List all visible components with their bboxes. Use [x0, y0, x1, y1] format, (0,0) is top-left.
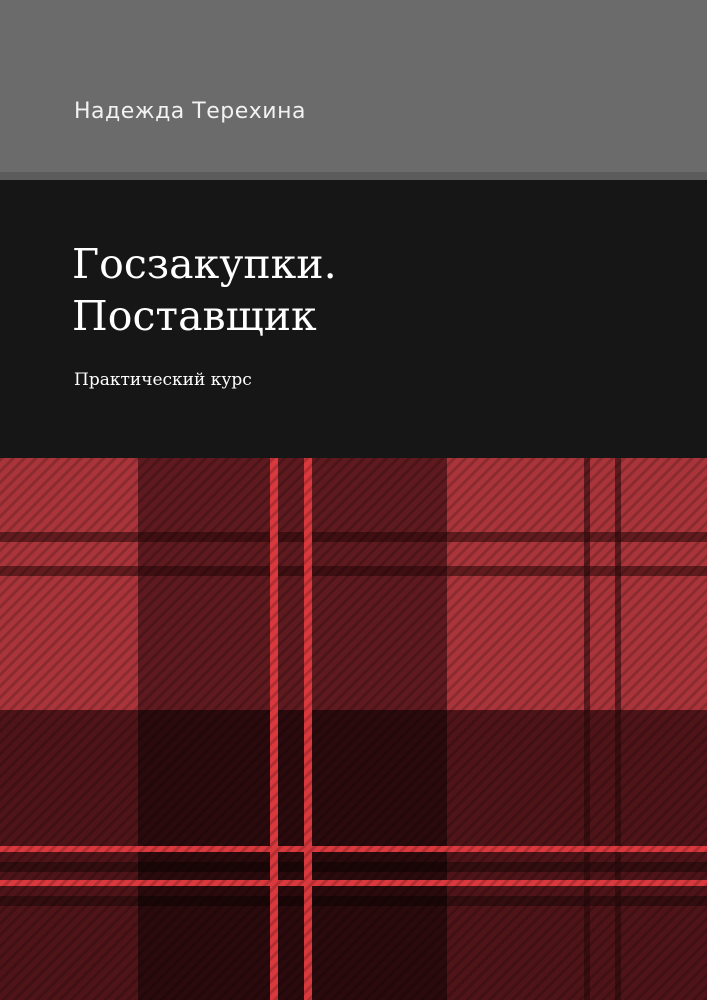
tartan-pattern — [0, 458, 707, 1000]
author-band — [0, 0, 707, 180]
author-band-shadow — [0, 172, 707, 180]
book-title-line-2: Поставщик — [72, 292, 317, 340]
book-title-line-1: Госзакупки. — [72, 240, 337, 288]
tartan-texture — [0, 458, 707, 1000]
book-subtitle: Практический курс — [74, 370, 252, 390]
author-name: Надежда Терехина — [74, 99, 306, 124]
book-title: Госзакупки. Поставщик — [72, 238, 672, 342]
book-cover: Надежда Терехина Госзакупки. Поставщик П… — [0, 0, 707, 1000]
